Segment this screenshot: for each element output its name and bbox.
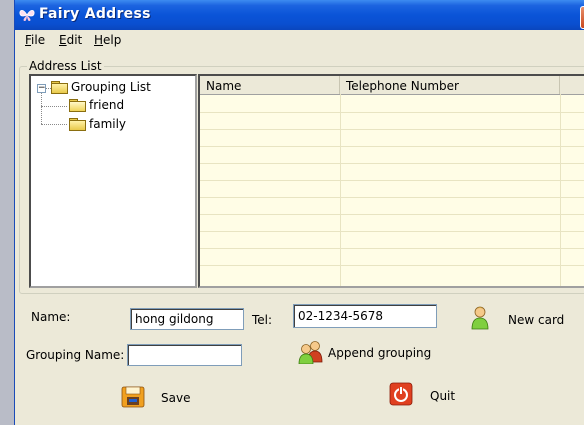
name-input[interactable] (130, 308, 244, 330)
append-grouping-label[interactable]: Append grouping (328, 346, 431, 360)
save-label[interactable]: Save (161, 391, 190, 405)
column-header-telephone[interactable]: Telephone Number (340, 76, 560, 94)
row-line (200, 112, 584, 113)
new-card-label[interactable]: New card (508, 313, 564, 327)
quit-label[interactable]: Quit (430, 389, 455, 403)
address-table[interactable]: Name Telephone Number (198, 74, 584, 288)
tel-label: Tel: (252, 313, 273, 327)
title-bar[interactable]: Fairy Address (15, 0, 584, 30)
close-button[interactable] (580, 6, 584, 29)
tel-input[interactable] (293, 304, 437, 328)
append-grouping-button[interactable] (298, 340, 324, 367)
tree-node-family[interactable]: family (69, 117, 126, 131)
save-disk-icon (121, 386, 145, 408)
row-line (200, 231, 584, 232)
tree-node-friend[interactable]: friend (69, 98, 124, 112)
column-header-name[interactable]: Name (200, 76, 340, 94)
menu-help[interactable]: Help (94, 33, 121, 47)
folder-icon (69, 118, 86, 131)
power-icon (389, 382, 413, 406)
window-title: Fairy Address (39, 6, 151, 22)
person-icon (471, 306, 489, 330)
tree-node-root[interactable]: Grouping List (51, 80, 151, 94)
name-label: Name: (31, 310, 71, 324)
row-line (200, 197, 584, 198)
address-list-label: Address List (27, 59, 104, 73)
folder-icon (51, 81, 68, 94)
open-folder-icon (69, 99, 86, 112)
row-line (200, 129, 584, 130)
table-header: Name Telephone Number (200, 76, 584, 95)
column-divider (560, 94, 561, 286)
app-window: Fairy Address File Edit Help Address Lis… (14, 0, 584, 425)
group-users-icon (298, 341, 323, 365)
menu-file[interactable]: File (25, 33, 45, 47)
row-line (200, 146, 584, 147)
row-line (200, 180, 584, 181)
save-button[interactable] (121, 384, 145, 411)
row-line (200, 265, 584, 266)
row-line (200, 163, 584, 164)
collapse-toggle-icon[interactable]: − (37, 84, 46, 93)
column-divider (340, 94, 341, 286)
quit-button[interactable] (389, 382, 413, 409)
grouping-name-label: Grouping Name: (26, 348, 125, 362)
butterfly-icon (19, 9, 35, 21)
menu-edit[interactable]: Edit (59, 33, 82, 47)
row-line (200, 248, 584, 249)
grouping-tree[interactable]: − Grouping List friend family (29, 74, 197, 288)
tree-line (41, 106, 67, 107)
grouping-name-input[interactable] (127, 344, 242, 366)
menu-bar: File Edit Help (15, 30, 584, 50)
row-line (200, 214, 584, 215)
tree-line (41, 92, 42, 124)
tree-line (41, 124, 67, 125)
new-card-button[interactable] (470, 306, 490, 333)
